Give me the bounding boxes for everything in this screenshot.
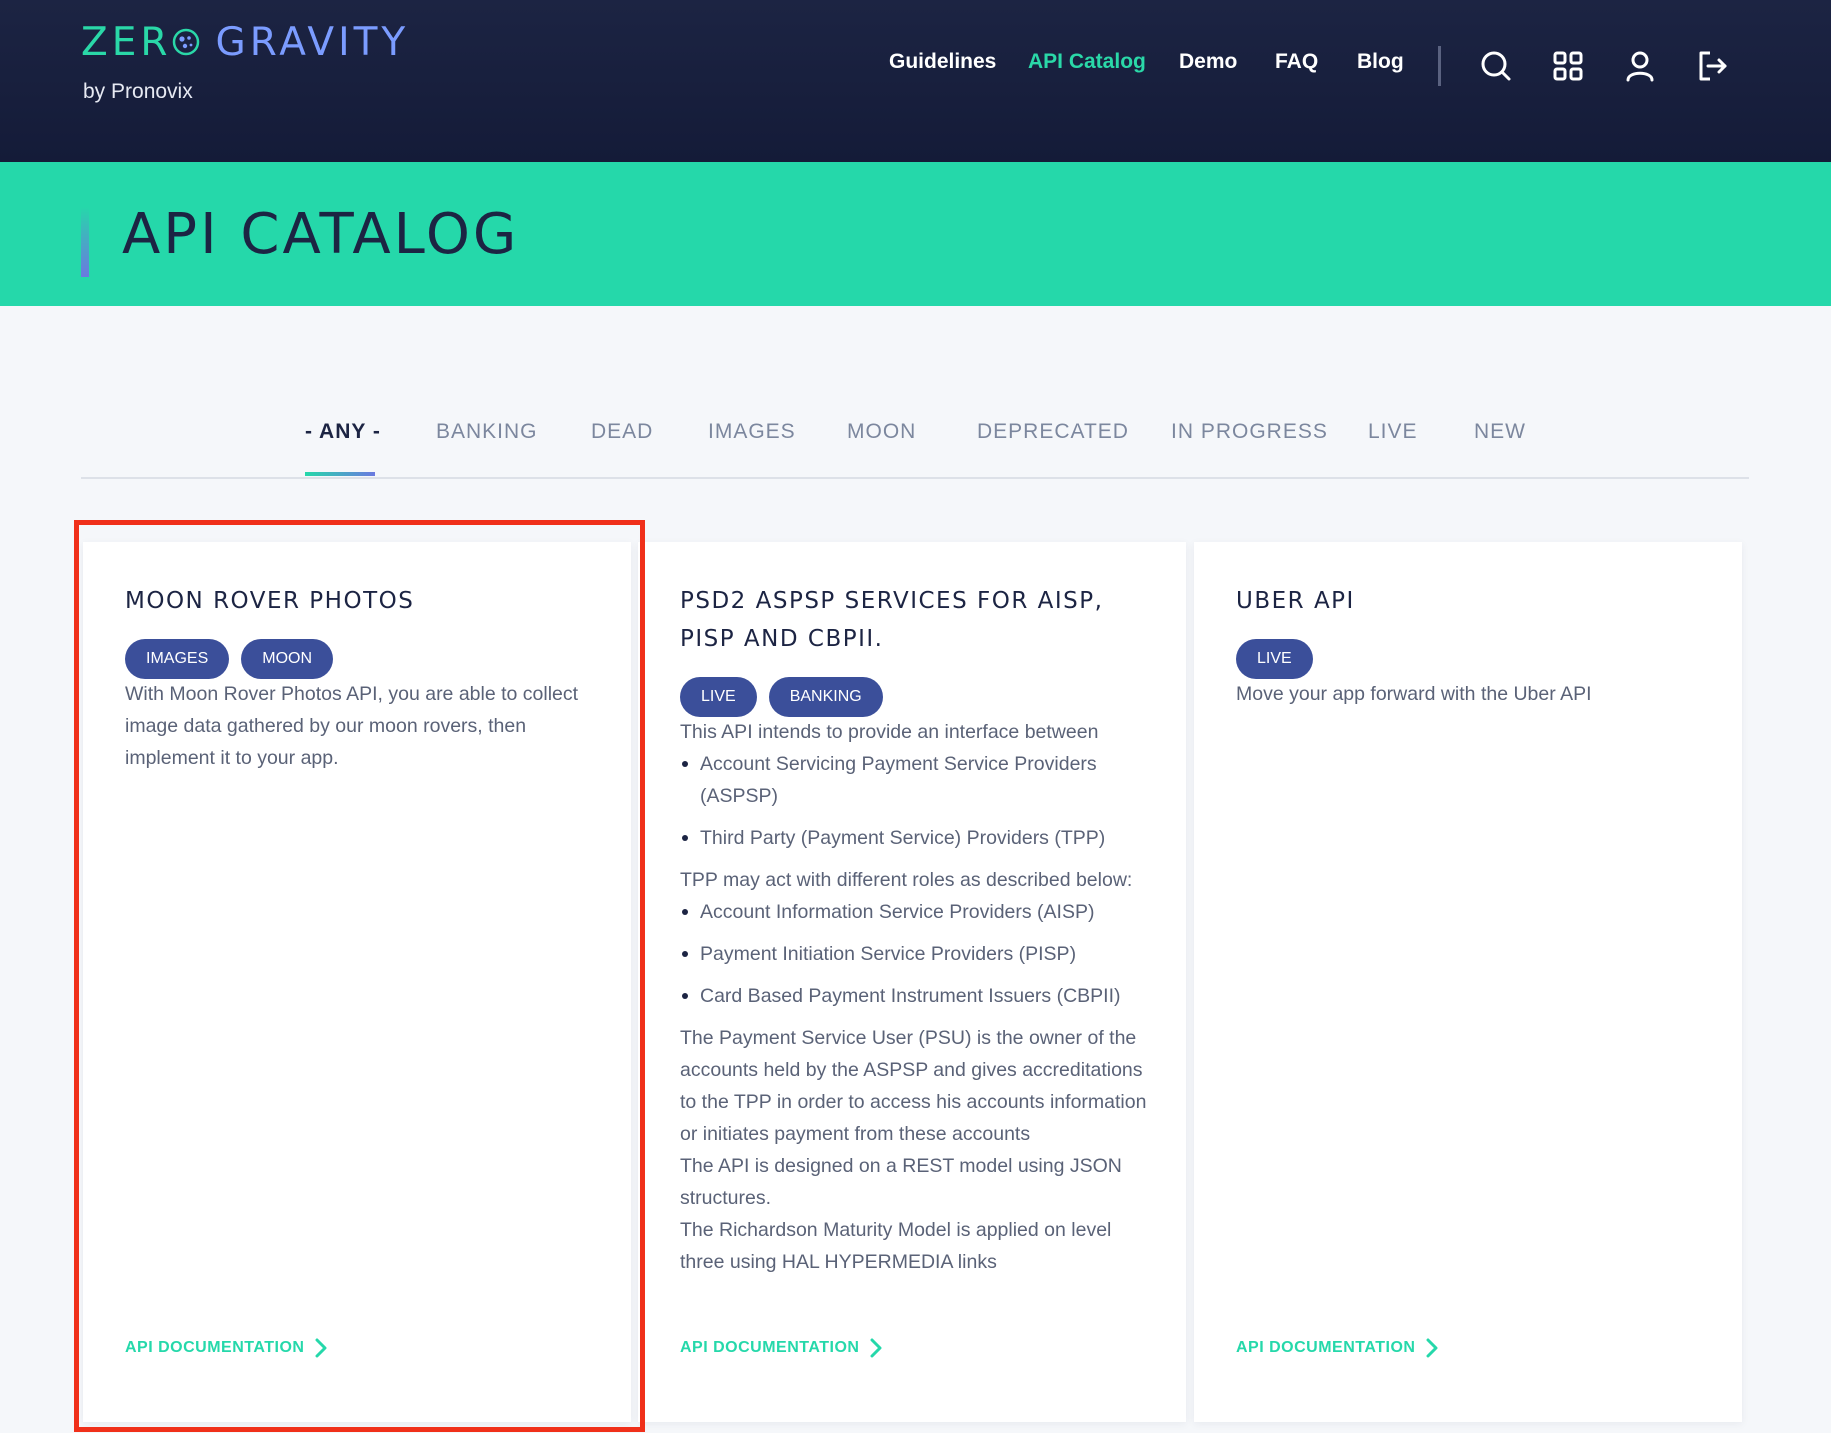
active-tab-indicator — [305, 472, 375, 476]
brand-subtitle: by Pronovix — [83, 80, 193, 103]
tab-any[interactable]: - ANY - — [305, 420, 381, 444]
nav-demo[interactable]: Demo — [1179, 50, 1237, 74]
grid-icon[interactable] — [1548, 46, 1588, 86]
nav-blog[interactable]: Blog — [1357, 50, 1404, 74]
brand-title-part1: ZER — [81, 20, 172, 65]
search-icon[interactable] — [1476, 46, 1516, 86]
tab-live[interactable]: LIVE — [1368, 420, 1418, 444]
card-title: PSD2 ASPSP SERVICES FOR AISP, PISP AND C… — [680, 588, 1104, 652]
site-header: ZER GRAVITY by Pronovix Guidelines API Ca… — [0, 0, 1831, 162]
page-title: API CATALOG — [122, 202, 520, 267]
badge-live[interactable]: LIVE — [680, 677, 757, 717]
card-description: Move your app forward with the Uber API — [1236, 683, 1592, 705]
tabs-divider — [81, 477, 1749, 479]
chevron-right-icon — [870, 1338, 882, 1358]
card-title: UBER API — [1236, 588, 1355, 614]
list-item: Account Servicing Payment Service Provid… — [680, 748, 1150, 812]
list-item: Card Based Payment Instrument Issuers (C… — [680, 980, 1150, 1012]
list-item: Account Information Service Providers (A… — [680, 896, 1150, 928]
api-documentation-link[interactable]: API DOCUMENTATION — [680, 1338, 883, 1358]
description-para: The Payment Service User (PSU) is the ow… — [680, 1027, 1147, 1145]
nav-faq[interactable]: FAQ — [1275, 50, 1318, 74]
roles-list: Account Information Service Providers (A… — [680, 896, 1150, 1012]
list-item: Third Party (Payment Service) Providers … — [680, 822, 1150, 854]
tab-dead[interactable]: DEAD — [591, 420, 653, 444]
nav-guidelines[interactable]: Guidelines — [889, 50, 996, 74]
badge-banking[interactable]: BANKING — [768, 677, 883, 717]
page-banner: API CATALOG — [0, 162, 1831, 306]
api-documentation-label: API DOCUMENTATION — [1236, 1339, 1416, 1356]
api-card-psd2[interactable]: PSD2 ASPSP SERVICES FOR AISP, PISP AND C… — [638, 542, 1186, 1422]
user-icon[interactable] — [1620, 46, 1660, 86]
api-card-uber-api[interactable]: UBER API LIVE Move your app forward with… — [1194, 542, 1742, 1422]
tab-new[interactable]: NEW — [1474, 420, 1526, 444]
api-documentation-link[interactable]: API DOCUMENTATION — [1236, 1338, 1439, 1358]
chevron-right-icon — [1426, 1338, 1438, 1358]
api-documentation-label: API DOCUMENTATION — [680, 1339, 860, 1356]
tab-banking[interactable]: BANKING — [436, 420, 538, 444]
description-para: The API is designed on a REST model usin… — [680, 1155, 1122, 1209]
planet-icon — [171, 22, 201, 56]
tab-moon[interactable]: MOON — [847, 420, 916, 444]
banner-accent-bar — [81, 207, 89, 277]
provider-list: Account Servicing Payment Service Provid… — [680, 748, 1150, 854]
list-item: Payment Initiation Service Providers (PI… — [680, 938, 1150, 970]
description-para: The Richardson Maturity Model is applied… — [680, 1219, 1112, 1273]
badge-live[interactable]: LIVE — [1236, 639, 1313, 679]
nav-api-catalog[interactable]: API Catalog — [1028, 50, 1146, 74]
tab-deprecated[interactable]: DEPRECATED — [977, 420, 1129, 444]
description-intro: This API intends to provide an interface… — [680, 721, 1099, 743]
logout-icon[interactable] — [1692, 46, 1732, 86]
nav-divider — [1438, 46, 1441, 86]
brand-title-part2: GRAVITY — [215, 20, 410, 65]
brand-logo[interactable]: ZER GRAVITY — [81, 20, 409, 65]
card-badges: LIVE — [1236, 639, 1313, 679]
tab-in-progress[interactable]: IN PROGRESS — [1171, 420, 1328, 444]
selection-highlight — [74, 520, 645, 1432]
card-description: This API intends to provide an interface… — [680, 716, 1150, 1278]
card-badges: LIVE BANKING — [680, 677, 883, 717]
tab-images[interactable]: IMAGES — [708, 420, 796, 444]
description-middle: TPP may act with different roles as desc… — [680, 869, 1133, 891]
